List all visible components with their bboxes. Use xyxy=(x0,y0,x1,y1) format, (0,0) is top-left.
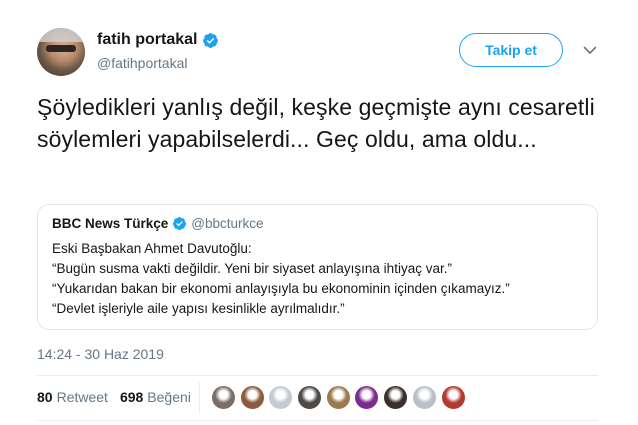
avatar-hair xyxy=(37,28,85,42)
tweet-card: fatih portakal @fatihportakal Takip et Ş… xyxy=(0,0,638,425)
tweet-timestamp[interactable]: 14:24 - 30 Haz 2019 xyxy=(37,346,164,362)
retweet-label[interactable]: Retweet xyxy=(57,389,108,405)
liker-avatar[interactable] xyxy=(211,385,236,410)
quoted-tweet-header: BBC News Türkçe @bbcturkce xyxy=(52,216,264,231)
liker-avatar[interactable] xyxy=(411,385,437,410)
liker-avatar[interactable] xyxy=(239,385,265,410)
verified-badge-icon xyxy=(203,32,219,48)
like-label[interactable]: Beğeni xyxy=(147,389,191,405)
quoted-line: “Devlet işleriyle aile yapısı kesinlikle… xyxy=(52,301,345,316)
liker-avatar[interactable] xyxy=(440,385,466,410)
like-count[interactable]: 698 xyxy=(120,389,143,405)
quoted-line: “Bugün susma vakti değildir. Yeni bir si… xyxy=(52,261,452,276)
follow-button[interactable]: Takip et xyxy=(459,33,563,67)
chevron-down-icon[interactable] xyxy=(582,42,598,58)
quoted-author-handle: @bbcturkce xyxy=(191,216,264,231)
stats-separator xyxy=(199,382,200,412)
divider xyxy=(37,420,598,421)
liker-avatar[interactable] xyxy=(383,385,409,410)
quoted-line: “Yukarıdan bakan bir ekonomi anlayışıyla… xyxy=(52,281,510,296)
liker-avatar[interactable] xyxy=(354,385,380,410)
retweet-count[interactable]: 80 xyxy=(37,389,53,405)
tweet-text: Şöyledikleri yanlış değil, keşke geçmişt… xyxy=(37,94,595,152)
quoted-tweet[interactable]: BBC News Türkçe @bbcturkce Eski Başbakan… xyxy=(37,204,598,330)
divider xyxy=(37,375,598,376)
liker-avatar[interactable] xyxy=(325,385,351,410)
liker-avatar[interactable] xyxy=(268,385,294,410)
quoted-author-name: BBC News Türkçe xyxy=(52,216,169,231)
author-handle[interactable]: @fatihportakal xyxy=(97,55,187,71)
verified-badge-icon xyxy=(173,216,187,231)
quoted-tweet-text: Eski Başbakan Ahmet Davutoğlu: “Bugün su… xyxy=(52,239,510,319)
liker-avatars xyxy=(211,385,469,410)
quoted-line: Eski Başbakan Ahmet Davutoğlu: xyxy=(52,241,252,256)
author-display-name[interactable]: fatih portakal xyxy=(97,31,197,49)
avatar-glasses xyxy=(46,45,76,52)
author-name-row[interactable]: fatih portakal xyxy=(97,31,219,49)
tweet-stats: 80 Retweet 698 Beğeni xyxy=(37,389,203,405)
liker-avatar[interactable] xyxy=(297,385,323,410)
author-avatar[interactable] xyxy=(37,28,85,76)
